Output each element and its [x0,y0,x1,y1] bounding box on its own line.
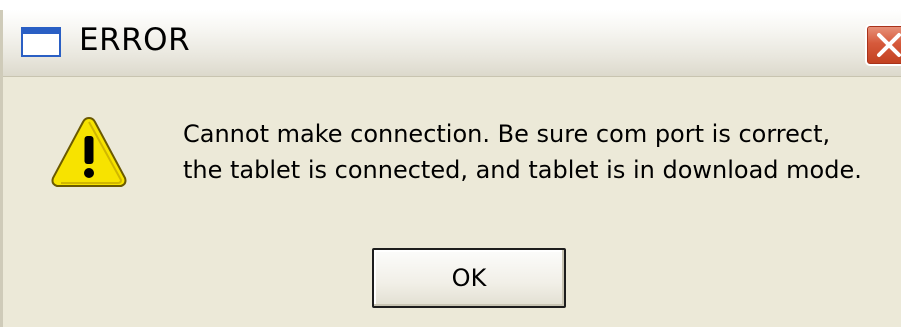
warning-icon [51,116,127,187]
dialog-body: Cannot make connection. Be sure com port… [3,77,901,327]
window-icon [21,27,61,57]
close-button[interactable] [865,24,901,66]
message-line-2: the tablet is connected, and tablet is i… [183,156,862,184]
title-bar[interactable]: ERROR [3,10,901,77]
screen: ERROR Cannot make connection. Be sure co… [0,0,901,327]
error-dialog: ERROR Cannot make connection. Be sure co… [0,10,901,327]
window-title: ERROR [79,22,191,58]
error-message: Cannot make connection. Be sure com port… [183,116,862,188]
message-line-1: Cannot make connection. Be sure com port… [183,120,831,148]
ok-button[interactable]: OK [372,248,566,308]
close-icon [877,33,901,57]
